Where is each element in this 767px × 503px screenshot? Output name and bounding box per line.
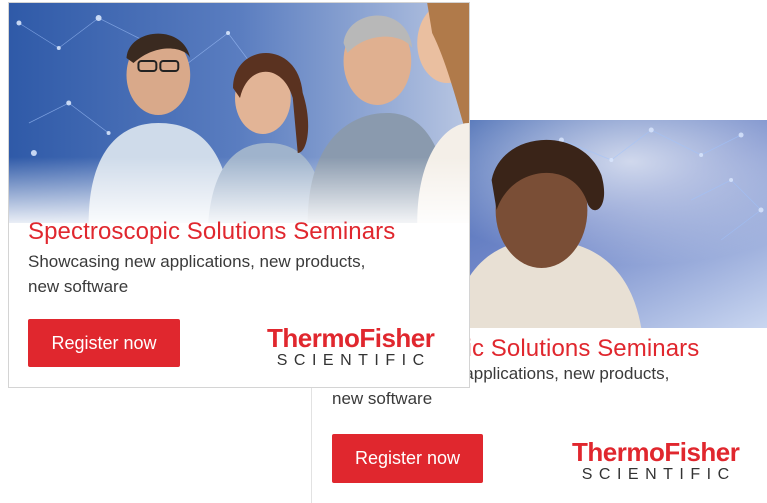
thermo-fisher-logo[interactable]: ThermoFisher SCIENTIFIC [572, 437, 740, 484]
logo-subtitle: SCIENTIFIC [276, 352, 431, 369]
thermo-fisher-logo[interactable]: ThermoFisher SCIENTIFIC [267, 323, 435, 370]
register-now-button[interactable]: Register now [28, 319, 180, 367]
ad-subline: Showcasing new applications, new product… [28, 249, 458, 299]
ad-headline: Spectroscopic Solutions Seminars [28, 218, 396, 245]
hero-photo [9, 3, 469, 223]
logo-wordmark: ThermoFisher [267, 323, 435, 353]
logo-subtitle: SCIENTIFIC [581, 466, 736, 483]
ad-subline-line-2: new software [28, 277, 129, 296]
ad-banner-front[interactable]: Spectroscopic Solutions Seminars Showcas… [8, 2, 470, 388]
register-now-button[interactable]: Register now [332, 434, 483, 483]
ad-subline-line-1: Showcasing new applications, new product… [28, 252, 366, 271]
logo-wordmark: ThermoFisher [572, 437, 740, 467]
ad-subline-line-2: new software [332, 389, 433, 408]
